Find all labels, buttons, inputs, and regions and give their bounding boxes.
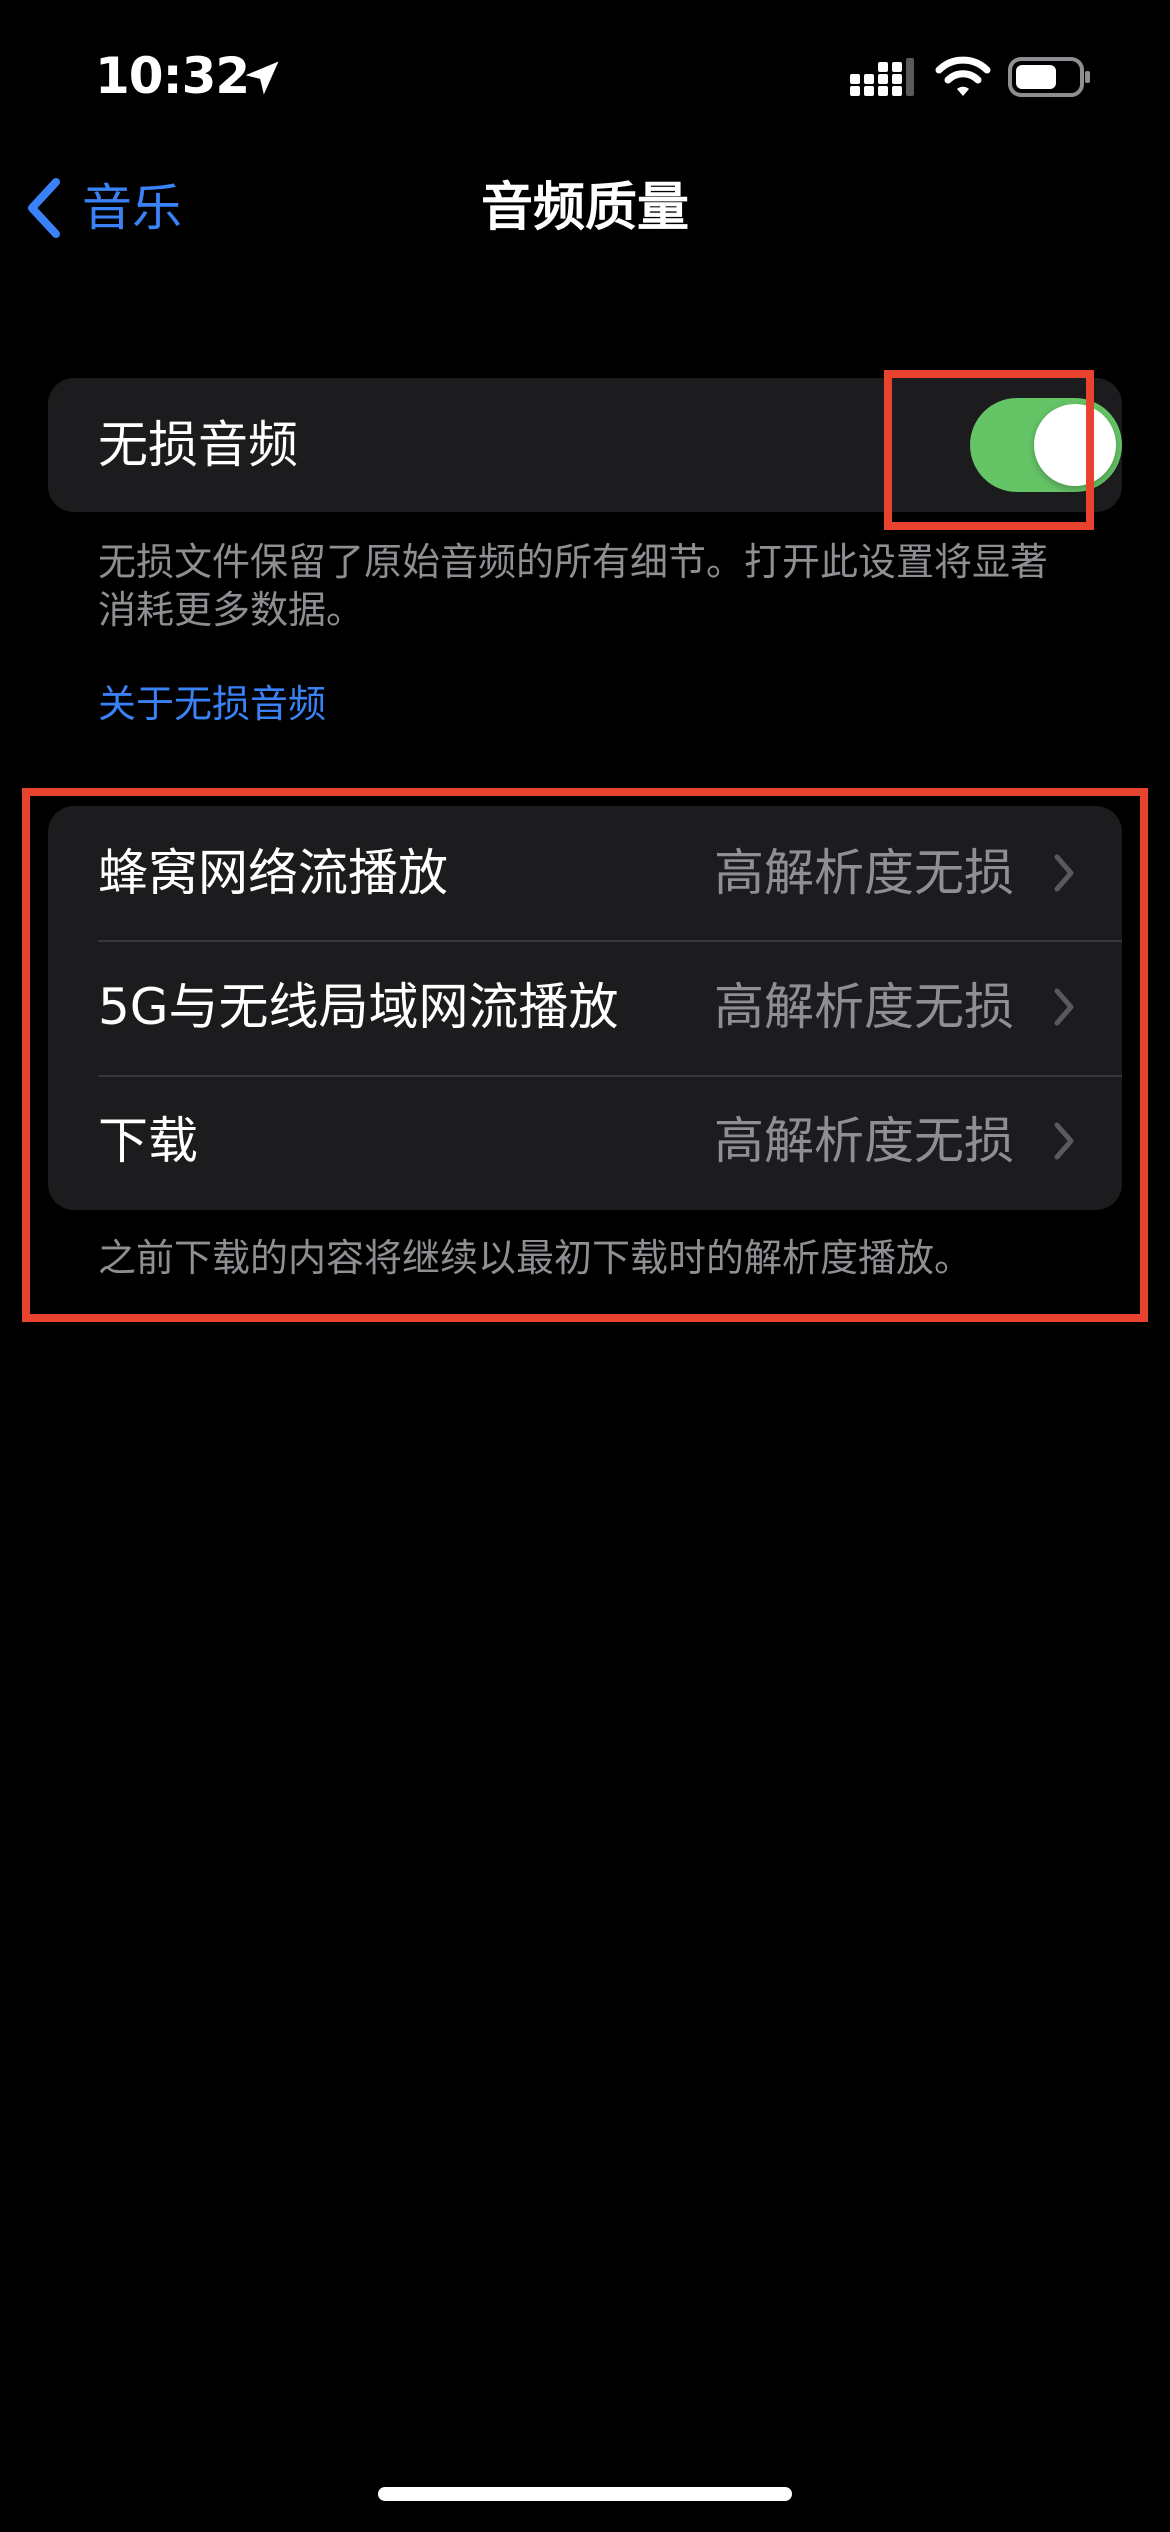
page-title: 音频质量: [480, 178, 689, 238]
lossless-label: 无损音频: [98, 416, 298, 474]
annotation-box-toggle: [884, 370, 1094, 530]
location-arrow-icon: [245, 61, 279, 95]
status-bar: 10:32: [0, 0, 1170, 150]
wifi-icon: [935, 56, 991, 96]
annotation-box-quality-group: [22, 788, 1148, 1322]
home-indicator[interactable]: [378, 2487, 792, 2501]
battery-icon: [1008, 57, 1090, 97]
lossless-footer: 无损文件保留了原始音频的所有细节。打开此设置将显著消耗更多数据。: [98, 540, 1049, 632]
cellular-signal-icon: [850, 58, 914, 96]
about-lossless-link[interactable]: 关于无损音频: [98, 678, 326, 730]
status-time: 10:32: [95, 47, 250, 105]
